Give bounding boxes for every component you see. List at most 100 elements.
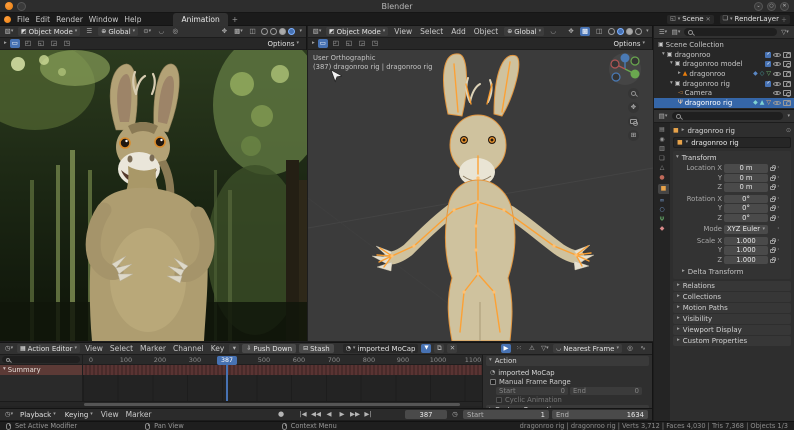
editor-type-icon[interactable]: ☰▾	[658, 28, 668, 37]
tool-select-box-icon[interactable]: ▭	[318, 39, 328, 48]
jump-to-end-button[interactable]: ▶|	[363, 410, 373, 419]
unlink-action-icon[interactable]: ✕	[447, 344, 457, 353]
push-down-button[interactable]: ⇩Push Down	[242, 344, 296, 353]
expand-icon[interactable]: ▸	[678, 71, 681, 77]
lock-icon[interactable]	[770, 207, 775, 211]
menu-edit[interactable]: Edit	[34, 15, 53, 24]
outliner-row-camera[interactable]: ◅ Camera	[654, 88, 794, 98]
lock-icon[interactable]	[770, 259, 775, 263]
tab-scene[interactable]: △	[660, 165, 665, 171]
current-frame-field[interactable]: 387	[405, 410, 447, 419]
xray-toggle-icon[interactable]: ◫	[247, 27, 257, 36]
action-editor-mode-dropdown[interactable]: ▦Action Editor▾	[17, 344, 80, 353]
exclude-checkbox[interactable]	[765, 52, 771, 58]
animate-dot[interactable]: ·	[777, 164, 780, 172]
lock-icon[interactable]	[770, 198, 775, 202]
tool-select-intersect-icon[interactable]: ◳	[62, 39, 72, 48]
overlays-toggle-icon[interactable]: ▩▾	[233, 27, 243, 36]
scale-z-field[interactable]: 1.000	[724, 256, 768, 265]
use-preview-range-icon[interactable]: ◷	[450, 410, 460, 419]
properties-options-icon[interactable]: ▾	[787, 114, 790, 119]
snap-magnet-icon[interactable]: ◡	[156, 27, 166, 36]
lock-icon[interactable]	[770, 177, 775, 181]
animate-dot[interactable]: ·	[777, 204, 780, 212]
editor-type-icon[interactable]: ▤▾	[658, 112, 668, 121]
tool-select-box-icon[interactable]: ▭	[10, 39, 20, 48]
menu-add[interactable]: Add	[449, 27, 468, 36]
menu-key[interactable]: Key	[209, 344, 227, 353]
channel-search-input[interactable]	[2, 356, 80, 363]
rotation-y-field[interactable]: 0°	[724, 204, 768, 213]
lock-icon[interactable]	[770, 240, 775, 244]
editor-type-icon[interactable]: ▧▾	[312, 27, 322, 36]
frame-start-field[interactable]: Start1	[463, 410, 549, 419]
rendered-viewport-scene[interactable]	[0, 50, 307, 341]
menu-render[interactable]: Render	[54, 15, 85, 24]
show-hidden-icon[interactable]: ⁙	[514, 344, 524, 353]
section-visibility[interactable]: ▸Visibility	[673, 314, 791, 324]
jump-to-start-button[interactable]: |◀	[298, 410, 308, 419]
outliner-row-dragonroo-collection[interactable]: ▾ ▣ dragonroo	[654, 50, 794, 60]
lock-icon[interactable]	[770, 217, 775, 221]
animate-dot[interactable]: ·	[777, 225, 780, 233]
next-keyframe-button[interactable]: ▶▶	[350, 410, 360, 419]
transform-panel-header[interactable]: ▾Transform	[676, 153, 788, 162]
section-collections[interactable]: ▸Collections	[673, 292, 791, 302]
navigation-gizmo[interactable]	[608, 52, 642, 86]
action-datablock-selector[interactable]: ◔▾ imported MoCap	[343, 344, 419, 353]
tab-material[interactable]: ◆	[660, 226, 665, 232]
expand-icon[interactable]: ▾	[662, 52, 665, 58]
shading-solid-icon[interactable]	[617, 28, 624, 35]
outliner-row-dragonroo-model[interactable]: ▾ ▣ dragonroo model	[654, 59, 794, 69]
disable-render-icon[interactable]	[783, 81, 791, 87]
animation-icon[interactable]: ▲	[760, 100, 765, 106]
add-workspace-button[interactable]: +	[230, 15, 240, 24]
location-x-field[interactable]: 0 m	[724, 164, 768, 173]
shading-wireframe-icon[interactable]	[608, 28, 615, 35]
shading-dropdown-icon[interactable]: ▾	[646, 29, 649, 34]
dopesheet-hscrollbar[interactable]	[0, 401, 482, 406]
modifier-wrench-icon[interactable]: ◆	[753, 71, 758, 77]
tool-select-subtract-icon[interactable]: ◲	[49, 39, 59, 48]
action-panel-header[interactable]: ▾Action	[486, 356, 649, 366]
animate-dot[interactable]: ·	[777, 214, 780, 222]
animate-dot[interactable]: ·	[777, 183, 780, 191]
scale-x-field[interactable]: 1.000	[724, 237, 768, 246]
menu-help[interactable]: Help	[122, 15, 143, 24]
animate-dot[interactable]: ·	[777, 174, 780, 182]
disable-render-icon[interactable]	[783, 61, 791, 67]
outliner-row-scene-collection[interactable]: ▣ Scene Collection	[654, 40, 794, 50]
manual-frame-range-checkbox[interactable]	[490, 379, 496, 385]
perspective-toggle-icon[interactable]: ⊞	[628, 130, 639, 141]
tool-header-collapse-icon[interactable]: ▸	[4, 41, 7, 47]
filter-funnel-icon[interactable]: ▽▾	[780, 28, 790, 37]
scale-y-field[interactable]: 1.000	[724, 246, 768, 255]
tab-view-layer[interactable]: ❏	[659, 156, 664, 162]
animate-dot[interactable]: ·	[777, 237, 780, 245]
menu-select[interactable]: Select	[418, 27, 445, 36]
render-layer-new-icon[interactable]: ＋	[781, 15, 787, 24]
hide-eye-icon[interactable]	[773, 61, 781, 68]
delta-transform-header[interactable]: ▸Delta Transform	[676, 267, 788, 276]
falloff-icon[interactable]: ∿	[638, 344, 648, 353]
disable-render-icon[interactable]	[783, 100, 791, 106]
section-custom-properties[interactable]: ▸Custom Properties	[673, 336, 791, 346]
disable-render-icon[interactable]	[783, 71, 791, 77]
mode-dropdown[interactable]: ◩Object Mode▾	[326, 27, 388, 36]
menu-marker[interactable]: Marker	[138, 344, 168, 353]
hide-eye-icon[interactable]	[773, 99, 781, 106]
pin-icon[interactable]: ⊙	[786, 128, 791, 134]
dopesheet-ruler[interactable]: 0 100 200 300 400 500 600 700 800 900 10…	[83, 355, 482, 365]
previous-keyframe-button[interactable]: ◀◀	[311, 410, 321, 419]
exclude-checkbox[interactable]	[765, 61, 771, 67]
sidebar-action-name[interactable]: ◔ imported MoCap	[486, 368, 649, 378]
tab-constraints[interactable]: ∞	[660, 198, 665, 204]
show-errors-icon[interactable]: ⚠	[527, 344, 537, 353]
tool-select-new-icon[interactable]: ◰	[331, 39, 341, 48]
editor-type-icon[interactable]: ◷▾	[4, 410, 14, 419]
outliner-row-dragonroo-mesh[interactable]: ▸ ▲ dragonroo ◆ ◇ ▽	[654, 69, 794, 79]
shading-wireframe-icon[interactable]	[261, 28, 268, 35]
lock-icon[interactable]	[770, 167, 775, 171]
tool-select-extend-icon[interactable]: ◱	[36, 39, 46, 48]
zoom-icon[interactable]	[628, 88, 639, 99]
